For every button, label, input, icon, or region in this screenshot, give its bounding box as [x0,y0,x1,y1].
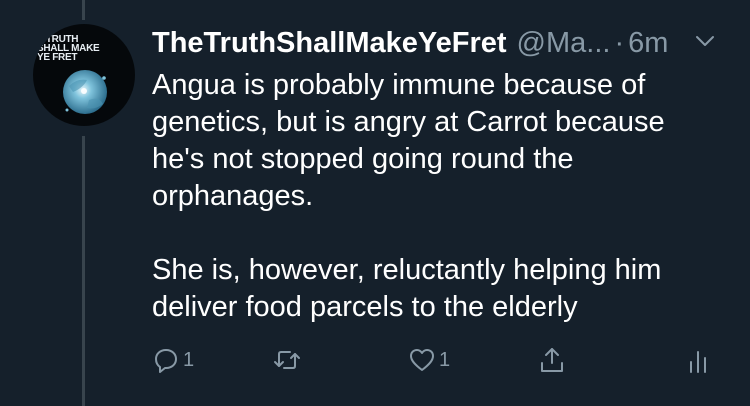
analytics-icon [690,351,706,373]
share-icon [541,348,563,372]
chevron-down-icon[interactable] [693,29,717,53]
timestamp[interactable]: 6m [628,27,668,60]
heart-icon [410,349,434,371]
thread-connector-bottom [82,136,85,406]
thread-connector-top [82,0,85,20]
analytics-button[interactable] [688,342,708,378]
separator-dot: · [614,26,625,59]
like-count: 1 [439,348,451,371]
earth-globe-image [63,70,107,114]
retweet-button[interactable] [272,342,302,378]
like-button[interactable]: 1 [408,342,450,378]
avatar-logo-text: E TRUTH SHALL MAKE YE FRET [37,34,100,63]
reply-button[interactable]: 1 [152,342,194,378]
retweet-icon [274,351,300,369]
reply-icon [155,349,177,373]
reply-count: 1 [183,348,195,371]
tweet-paragraph: She is, however, reluctantly helping him… [152,254,662,323]
tweet-paragraph: Angua is probably immune because of gene… [152,69,665,212]
display-name[interactable]: TheTruthShallMakeYeFret [152,27,507,60]
avatar[interactable]: E TRUTH SHALL MAKE YE FRET [33,24,135,126]
tweet-actions: 1 1 [152,342,722,378]
user-handle[interactable]: @Ma... [517,27,611,60]
tweet-header: TheTruthShallMakeYeFret @Ma... · 6m [152,23,722,63]
share-button[interactable] [538,342,566,378]
tweet-body: Angua is probably immune because of gene… [152,67,722,326]
